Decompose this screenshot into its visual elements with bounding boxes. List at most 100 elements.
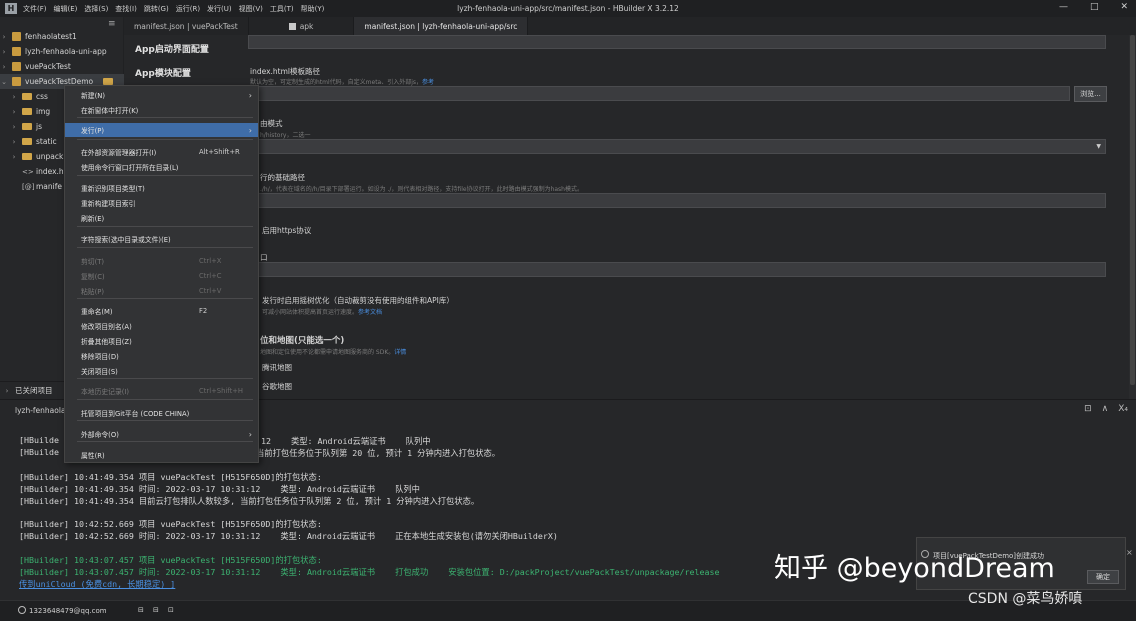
unicloud-upload-link[interactable]: 传到uniCloud (免费cdn, 长期稳定) ] — [19, 578, 175, 590]
notification-ok-button[interactable]: 确定 — [1087, 570, 1119, 584]
chevron-right-icon[interactable]: › — [10, 108, 18, 116]
csdn-watermark: CSDN @菜鸟娇嗔 — [968, 591, 1083, 607]
log-line: :12 类型: Android云端证书 队列中 — [256, 436, 431, 446]
log-line: 当前打包任务位于队列第 20 位, 预计 1 分钟内进入打包状态。 — [256, 448, 501, 458]
context-menu-item[interactable]: 外部命令(O) › — [65, 427, 258, 441]
menu-select[interactable]: 选择(S) — [84, 4, 108, 14]
index-template-hint: 默认为空，可定制生成的html代码，自定义meta、引入外部js，参考 — [250, 79, 435, 86]
menu-edit[interactable]: 编辑(E) — [54, 4, 78, 14]
panel-icon[interactable]: ⊟ — [153, 606, 159, 614]
context-menu-item[interactable]: 移除项目(D) — [65, 349, 258, 363]
context-menu-item[interactable]: 刷新(E) — [65, 211, 258, 225]
context-menu-item[interactable]: 关闭项目(S) — [65, 364, 258, 378]
treeshake-doc-link[interactable]: 参考文档 — [358, 309, 382, 316]
tree-item-label: css — [36, 92, 48, 101]
port-input[interactable] — [248, 262, 1106, 277]
terminal-icon[interactable]: ⊡ — [168, 606, 174, 614]
tree-item-manifest[interactable]: [@] manife — [18, 179, 62, 194]
context-menu-item[interactable]: 剪切(T) Ctrl+X — [65, 254, 258, 268]
treeshake-hint: 可减小网站体积提高首页运行速度。参考文档 — [262, 309, 383, 316]
context-menu-item[interactable]: 使用命令行窗口打开所在目录(L) — [65, 160, 258, 174]
index-template-link[interactable]: 参考 — [422, 79, 434, 86]
map-detail-link[interactable]: 详情 — [394, 349, 406, 356]
tab-apk[interactable]: apk — [249, 17, 355, 35]
tab-manifest-vuepacktest[interactable]: manifest.json | vuePackTest — [124, 17, 249, 35]
context-menu-item[interactable]: 重新识别项目类型(T) — [65, 181, 258, 195]
console-close-icon[interactable]: X₄ — [1118, 404, 1128, 414]
tree-item-label: unpack — [36, 152, 64, 161]
chevron-right-icon[interactable]: › — [3, 387, 11, 395]
context-menu-item[interactable]: 新建(N) › — [65, 88, 258, 102]
scrollbar-thumb[interactable] — [1130, 35, 1135, 385]
context-menu-item[interactable]: 在新窗体中打开(K) — [65, 103, 258, 117]
router-mode-select[interactable]: ▼ — [248, 139, 1106, 154]
folder-icon — [22, 153, 32, 160]
folder-icon — [22, 123, 32, 130]
context-menu-item[interactable]: 复制(C) Ctrl+C — [65, 269, 258, 283]
index-template-input[interactable] — [248, 86, 1070, 101]
minimize-button[interactable]: — — [1059, 2, 1068, 12]
project-label: fenhaolatest1 — [25, 32, 77, 41]
menu-icon[interactable]: ≡ — [108, 19, 116, 29]
nav-app-splash-config[interactable]: App启动界面配置 — [124, 37, 226, 59]
maximize-button[interactable]: □ — [1090, 2, 1099, 12]
map-option-tencent[interactable]: 腾讯地图 — [262, 362, 292, 373]
context-menu-item[interactable]: 重命名(M) F2 — [65, 304, 258, 318]
user-account[interactable]: 1323648479@qq.com — [18, 606, 107, 615]
context-menu-item[interactable]: 属性(R) — [65, 448, 258, 462]
project-item-fenhaolatest1[interactable]: › fenhaolatest1 — [0, 29, 77, 44]
chevron-right-icon[interactable]: › — [0, 48, 8, 56]
chevron-down-icon[interactable]: ⌄ — [0, 78, 8, 86]
menu-separator — [77, 247, 253, 248]
tab-manifest-lyzh[interactable]: manifest.json | lyzh-fenhaola-uni-app/sr… — [354, 17, 529, 35]
menu-file[interactable]: 文件(F) — [23, 4, 47, 14]
chevron-right-icon[interactable]: › — [10, 123, 18, 131]
context-menu-item[interactable]: 发行(P) › — [65, 123, 258, 137]
log-line: [HBuilder] 10:42:52.669 时间: 2022-03-17 1… — [19, 531, 558, 541]
base-path-input[interactable] — [248, 193, 1106, 208]
chevron-right-icon[interactable]: › — [10, 138, 18, 146]
project-item-lyzh-fenhaola-uni-app[interactable]: › lyzh-fenhaola-uni-app — [0, 44, 107, 59]
nav-app-module-config[interactable]: App模块配置 — [124, 61, 226, 83]
tree-item-unpackage[interactable]: › unpack — [10, 149, 64, 164]
close-window-button[interactable]: ✕ — [1120, 2, 1128, 12]
menu-help[interactable]: 帮助(Y) — [301, 4, 325, 14]
chevron-right-icon[interactable]: › — [0, 33, 8, 41]
context-menu-item[interactable]: 粘贴(P) Ctrl+V — [65, 284, 258, 298]
tree-item-js[interactable]: › js — [10, 119, 42, 134]
context-menu-item[interactable]: 托管项目到Git平台 (CODE CHINA) — [65, 406, 258, 420]
tree-item-static[interactable]: › static — [10, 134, 57, 149]
close-icon[interactable]: × — [1126, 548, 1133, 557]
top-input-field[interactable] — [248, 35, 1106, 49]
menu-item-label: 使用命令行窗口打开所在目录(L) — [81, 164, 179, 172]
map-option-google[interactable]: 谷歌地图 — [262, 381, 292, 392]
menu-publish[interactable]: 发行(U) — [207, 4, 232, 14]
menu-item-label: 字符搜索(选中目录或文件)(E) — [81, 236, 171, 244]
chevron-up-icon[interactable]: ∧ — [1102, 404, 1109, 414]
menu-run[interactable]: 运行(R) — [176, 4, 200, 14]
base-path-label: 行的基础路径 — [260, 173, 305, 182]
context-menu-item[interactable]: 字符搜索(选中目录或文件)(E) — [65, 232, 258, 246]
chevron-right-icon[interactable]: › — [0, 63, 8, 71]
context-menu-item[interactable]: 重新构建项目索引 — [65, 196, 258, 210]
console-clear-icon[interactable]: ⊡ — [1084, 404, 1092, 414]
chevron-right-icon[interactable]: › — [10, 153, 18, 161]
context-menu-item[interactable]: 在外部资源管理器打开(I) Alt+Shift+R — [65, 145, 258, 159]
tree-item-img[interactable]: › img — [10, 104, 51, 119]
context-menu-item[interactable]: 折叠其他项目(Z) — [65, 334, 258, 348]
context-menu-item[interactable]: 本地历史记录(I) Ctrl+Shift+H — [65, 384, 258, 398]
menu-tools[interactable]: 工具(T) — [270, 4, 294, 14]
menu-goto[interactable]: 跳转(G) — [144, 4, 169, 14]
project-context-menu: 新建(N) › 在新窗体中打开(K) 发行(P) › 在外部资源管理器打开(I) Alt+S… — [64, 85, 259, 463]
browse-button[interactable]: 浏览... — [1074, 86, 1107, 102]
tree-item-css[interactable]: › css — [10, 89, 48, 104]
project-item-vuepacktest[interactable]: › vuePackTest — [0, 59, 71, 74]
chevron-right-icon[interactable]: › — [10, 93, 18, 101]
chevron-right-icon: › — [248, 90, 252, 100]
editor-scrollbar[interactable] — [1129, 35, 1136, 399]
menu-find[interactable]: 查找(I) — [115, 4, 137, 14]
context-menu-item[interactable]: 修改项目别名(A) — [65, 319, 258, 333]
layout-icon[interactable]: ⊟ — [138, 606, 144, 614]
tree-item-index-html[interactable]: <> index.h — [18, 164, 64, 179]
menu-view[interactable]: 视图(V) — [239, 4, 263, 14]
